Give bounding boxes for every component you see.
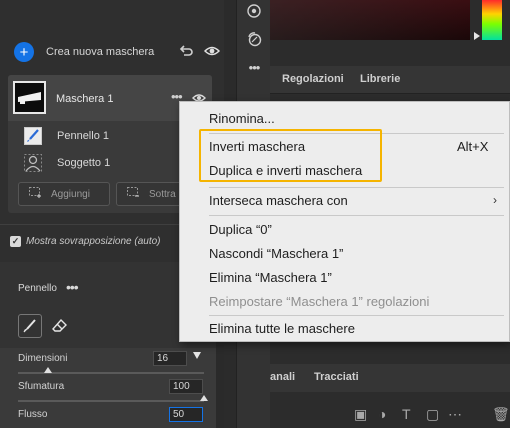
create-mask-row[interactable]: + Crea nuova maschera: [14, 40, 220, 64]
brush-title: Pennello: [18, 283, 57, 294]
menu-item-label: Elimina “Maschera 1”: [209, 270, 332, 285]
tab-paths[interactable]: Tracciati: [314, 371, 359, 383]
bottom-tabs: anali Tracciati: [270, 364, 510, 392]
menu-item-label: Nascondi “Maschera 1”: [209, 246, 344, 261]
color-picker-field[interactable]: [270, 0, 470, 40]
bottom-toolbar: ▣ ◑ T ▢ ⋯ 🗑: [270, 398, 510, 428]
menu-item-label: Reimpostare “Maschera 1” regolazioni: [209, 294, 430, 309]
image-icon[interactable]: ▣: [354, 406, 367, 423]
text-icon[interactable]: T: [402, 406, 411, 422]
size-slider-knob[interactable]: [43, 367, 52, 373]
more-tools-icon[interactable]: •••: [245, 58, 263, 76]
fx-icon[interactable]: ◑: [378, 406, 386, 422]
plus-icon[interactable]: +: [14, 42, 34, 62]
menu-item-rename[interactable]: Rinomina...: [180, 106, 509, 130]
brush-options-icon[interactable]: •••: [66, 279, 79, 295]
feather-param: Sfumatura 100: [0, 376, 224, 404]
tab-libraries[interactable]: Librerie: [360, 73, 400, 85]
flow-input[interactable]: 50: [169, 407, 203, 422]
hue-slider[interactable]: [482, 0, 502, 40]
feather-input[interactable]: 100: [169, 379, 203, 394]
overlay-toggle[interactable]: ✓ Mostra sovrapposizione (auto): [10, 236, 161, 247]
overlay-label[interactable]: Mostra sovrapposizione (auto): [26, 236, 161, 247]
menu-item-reset: Reimpostare “Maschera 1” regolazioni: [180, 289, 509, 313]
mask-component-subject[interactable]: Soggetto 1: [24, 150, 110, 176]
size-param: Dimensioni 16: [0, 348, 224, 376]
menu-item-label: Elimina tutte le maschere: [209, 321, 355, 336]
menu-item-duplicate[interactable]: Duplica “0”: [180, 217, 509, 241]
visibility-tool-icon[interactable]: [245, 2, 263, 20]
paint-brush-icon[interactable]: [18, 314, 42, 338]
options-icon[interactable]: ⋯: [448, 406, 462, 423]
flow-param: Flusso 50: [0, 404, 224, 428]
menu-item-label: Duplica “0”: [209, 222, 272, 237]
top-tabs: Regolazioni Librerie: [270, 66, 510, 94]
eraser-icon[interactable]: [48, 314, 72, 338]
menu-item-shortcut: Alt+X: [457, 139, 489, 154]
menu-item-delete[interactable]: Elimina “Maschera 1”: [180, 265, 509, 289]
size-dropdown-icon[interactable]: [193, 352, 201, 359]
context-menu: Rinomina... Inverti maschera Alt+X Dupli…: [179, 101, 510, 342]
subtract-icon: [127, 186, 141, 202]
size-input[interactable]: 16: [153, 351, 187, 366]
tab-adjustments[interactable]: Regolazioni: [282, 73, 344, 85]
mask-component-brush[interactable]: Pennello 1: [24, 123, 109, 149]
reset-icon[interactable]: [178, 43, 194, 59]
flow-label: Flusso: [18, 409, 48, 420]
create-mask-label[interactable]: Crea nuova maschera: [46, 46, 154, 58]
menu-item-label: Interseca maschera con: [209, 193, 348, 208]
feather-slider-track[interactable]: [18, 400, 204, 402]
add-button-label: Aggiungi: [51, 188, 90, 200]
overlay-checkbox[interactable]: ✓: [10, 236, 21, 247]
feather-label: Sfumatura: [18, 381, 65, 392]
eye-icon[interactable]: [204, 43, 220, 59]
mask-component-label: Pennello 1: [57, 130, 109, 142]
add-button[interactable]: Aggiungi: [18, 182, 110, 206]
mask-component-label: Soggetto 1: [57, 157, 111, 169]
mask-preview-icon: [15, 83, 44, 112]
panel-top-strip: [0, 0, 224, 30]
mask-thumbnail[interactable]: [13, 81, 46, 114]
shape-icon[interactable]: ▢: [426, 406, 439, 423]
brush-icon: [24, 127, 42, 145]
submenu-arrow-icon: ›: [493, 193, 497, 207]
person-icon: [24, 154, 42, 172]
subtract-button-label: Sottra: [149, 188, 176, 200]
tab-channels[interactable]: anali: [270, 371, 295, 383]
highlight-annotation: [199, 129, 382, 182]
hue-caret-icon[interactable]: [474, 32, 480, 40]
mask-tool-icon[interactable]: [245, 30, 263, 48]
menu-separator: [209, 215, 504, 216]
mask-name[interactable]: Maschera 1: [56, 93, 113, 105]
size-label: Dimensioni: [18, 353, 68, 364]
menu-item-hide[interactable]: Nascondi “Maschera 1”: [180, 241, 509, 265]
menu-item-label: Rinomina...: [209, 111, 275, 126]
feather-slider-knob[interactable]: [200, 395, 208, 401]
menu-item-intersect[interactable]: Interseca maschera con ›: [180, 188, 509, 212]
menu-item-delete-all[interactable]: Elimina tutte le maschere: [180, 316, 509, 340]
add-icon: [29, 186, 43, 202]
trash-icon[interactable]: 🗑: [492, 406, 510, 423]
